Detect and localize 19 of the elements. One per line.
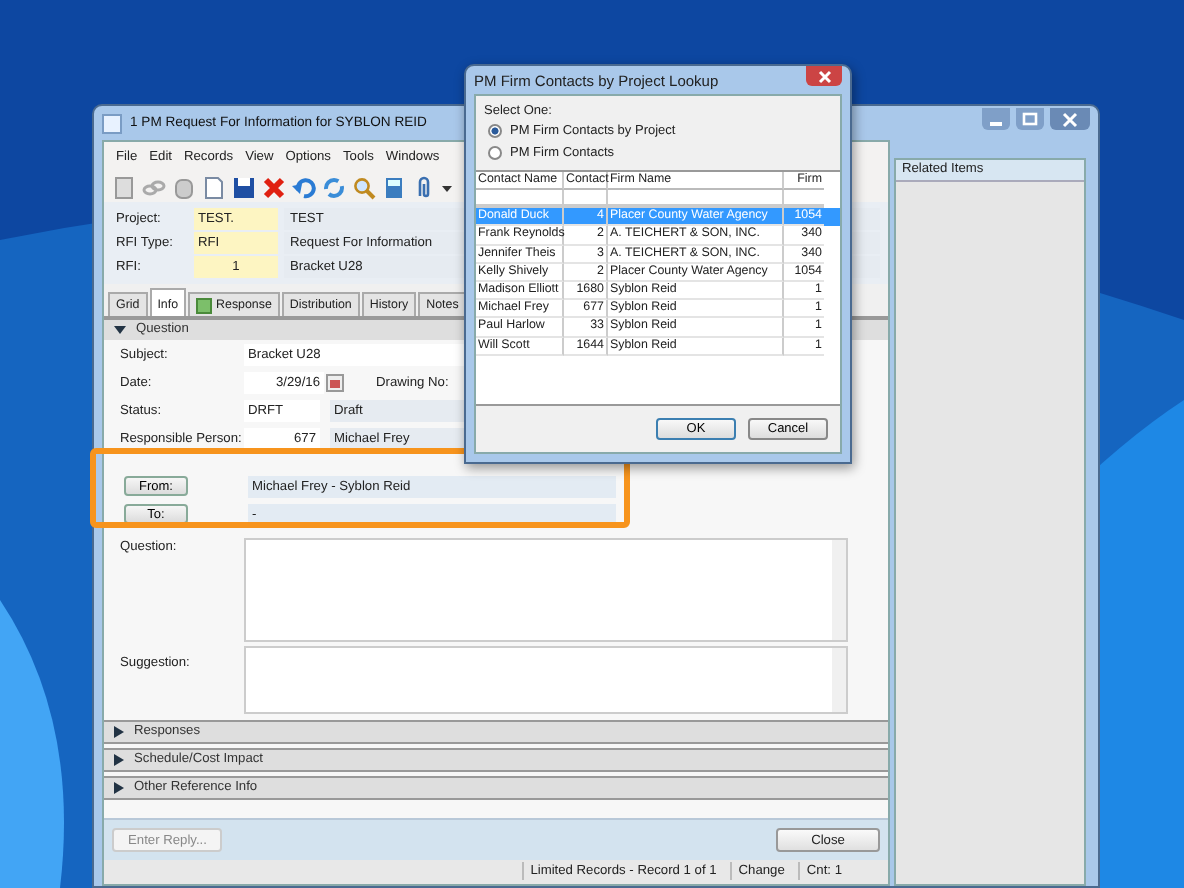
save-icon[interactable] <box>232 175 256 199</box>
calendar-icon[interactable] <box>326 373 344 391</box>
close-button[interactable] <box>1050 108 1090 130</box>
close-icon <box>817 69 831 83</box>
search-icon[interactable] <box>352 175 376 199</box>
refresh-icon[interactable] <box>322 175 346 199</box>
delete-icon[interactable] <box>262 175 286 199</box>
app-icon <box>102 113 122 133</box>
minimize-button[interactable] <box>982 108 1010 130</box>
close-icon <box>1062 111 1078 127</box>
link-icon[interactable] <box>142 175 166 199</box>
undo-icon[interactable] <box>292 175 316 199</box>
maximize-icon <box>1022 112 1038 126</box>
calculator-icon[interactable] <box>382 175 406 199</box>
maximize-button[interactable] <box>1016 108 1044 130</box>
question-field[interactable] <box>244 538 848 642</box>
square-icon <box>196 297 213 313</box>
suggestion-field[interactable] <box>244 646 848 714</box>
close-button[interactable] <box>806 66 842 86</box>
